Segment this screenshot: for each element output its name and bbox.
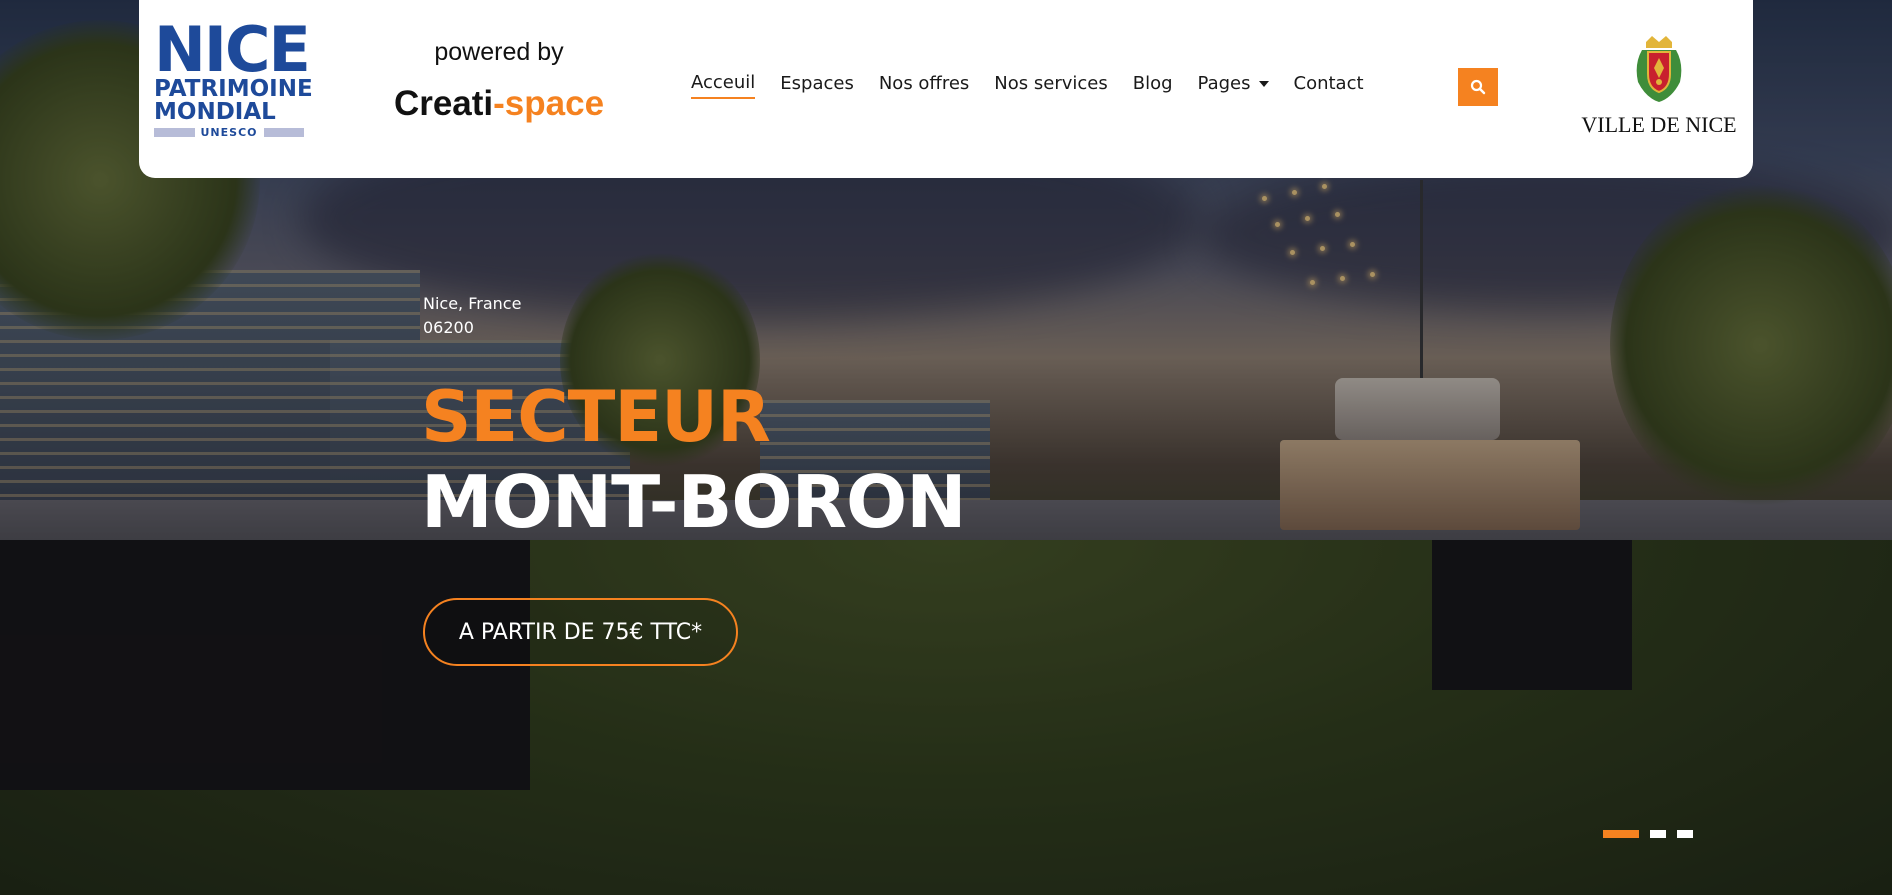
hero-location-postcode: 06200 (423, 318, 474, 337)
city-crest-icon (1636, 36, 1682, 102)
unesco-logo[interactable]: NICE PATRIMOINE MONDIAL UNESCO (154, 13, 313, 152)
nav-item-pages-label: Pages (1197, 73, 1251, 94)
chevron-down-icon (1258, 80, 1269, 87)
site-header: NICE PATRIMOINE MONDIAL UNESCO powered b… (139, 0, 1753, 178)
search-icon (1470, 79, 1486, 95)
ville-de-nice-logo[interactable]: VILLE DE NICE (1579, 34, 1739, 146)
brand-name-part2: -space (493, 84, 605, 123)
nav-item-nos-offres[interactable]: Nos offres (879, 72, 969, 99)
slider-dot-1[interactable] (1603, 830, 1639, 838)
unesco-logo-nice: NICE (154, 13, 311, 86)
nav-item-contact[interactable]: Contact (1294, 72, 1364, 99)
search-button[interactable] (1458, 68, 1498, 106)
nav-item-pages[interactable]: Pages (1198, 72, 1269, 99)
hero-title-line2: MONT-BORON (421, 460, 967, 544)
unesco-logo-patrimoine: PATRIMOINE (154, 76, 313, 102)
nav-item-acceuil[interactable]: Acceuil (691, 72, 756, 99)
unesco-logo-mondial: MONDIAL (154, 99, 276, 125)
hero-location: Nice, France 06200 (423, 292, 521, 340)
nav-item-nos-services[interactable]: Nos services (994, 72, 1107, 99)
nav-item-espaces[interactable]: Espaces (780, 72, 854, 99)
hero-location-city: Nice, France (423, 294, 522, 313)
brand-name-part1: Creati (393, 84, 494, 123)
slider-dot-3[interactable] (1677, 830, 1693, 838)
city-name: VILLE DE NICE (1581, 112, 1737, 137)
slider-indicators (1603, 830, 1693, 838)
main-nav: Acceuil Espaces Nos offres Nos services … (691, 72, 1389, 99)
creati-space-logo[interactable]: Creati-space (389, 84, 609, 124)
unesco-logo-unesco: UNESCO (200, 125, 258, 139)
powered-by-label: powered by (434, 38, 564, 66)
slider-dot-2[interactable] (1650, 830, 1666, 838)
nav-item-blog[interactable]: Blog (1133, 72, 1173, 99)
price-cta-button[interactable]: A PARTIR DE 75€ TTC* (423, 598, 738, 666)
hero-title-line1: SECTEUR (421, 376, 771, 458)
